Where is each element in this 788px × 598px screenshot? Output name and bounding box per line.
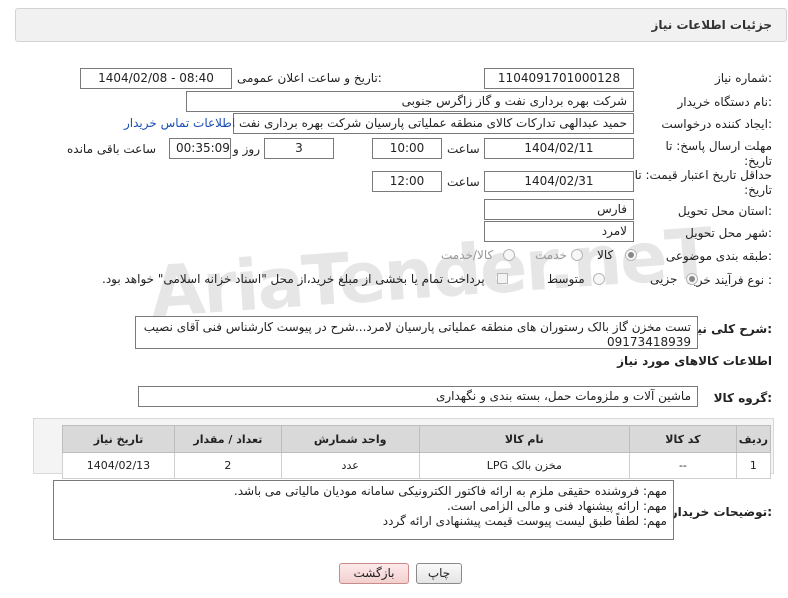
creator-field: حمید عبدالهی تدارکات کالای منطقه عملیاتی…: [233, 113, 634, 134]
buyer-note-line: مهم: فروشنده حقیقی ملزم به ارائه فاکتور …: [233, 484, 667, 498]
days-label: روز و: [233, 142, 260, 156]
deadline-label: مهلت ارسال پاسخ: تا تاریخ:: [665, 139, 772, 168]
col-name: نام کالا: [418, 425, 631, 453]
treasury-payment-checkbox[interactable]: [497, 273, 508, 284]
category-service-label: خدمت: [535, 248, 567, 262]
buyer-notes-textarea: مهم: فروشنده حقیقی ملزم به ارائه فاکتور …: [53, 480, 674, 540]
cell-row: 1: [735, 452, 772, 479]
category-both-radio[interactable]: [503, 249, 515, 261]
validity-label: حداقل تاریخ اعتبار قیمت: تا تاریخ:: [634, 168, 772, 197]
cell-date: 1404/02/13: [62, 452, 175, 479]
table-row: 1 -- مخزن بالک LPG عدد 2 1404/02/13: [62, 452, 772, 479]
province-label: استان محل تحویل:: [677, 204, 772, 218]
treasury-payment-note: پرداخت تمام یا بخشی از مبلغ خرید،از محل …: [102, 272, 485, 286]
col-unit: واحد شمارش: [280, 425, 420, 453]
purchase-type-label: نوع فرآیند خرید :: [687, 273, 772, 287]
table-header-row: ردیف کد کالا نام کالا واحد شمارش تعداد /…: [62, 425, 772, 453]
city-label: شهر محل تحویل:: [685, 226, 772, 240]
announce-label: تاریخ و ساعت اعلان عمومی:: [237, 71, 382, 85]
col-code: کد کالا: [629, 425, 737, 453]
purchase-minor-label: جزیی: [650, 272, 678, 286]
goods-group-field: ماشین آلات و ملزومات حمل، بسته بندی و نگ…: [138, 386, 698, 407]
validity-time-field: 12:00: [372, 171, 442, 192]
col-qty: تعداد / مقدار: [173, 425, 282, 453]
buyer-notes-label: توضیحات خریدار:: [670, 505, 772, 519]
deadline-time-field: 10:00: [372, 138, 442, 159]
category-goods-radio[interactable]: [625, 249, 637, 261]
purchase-medium-radio[interactable]: [593, 273, 605, 285]
category-both-label: کالا/خدمت: [441, 248, 494, 262]
summary-label: شرح کلی نیاز:: [686, 322, 772, 336]
cell-name: مخزن بالک LPG: [418, 452, 631, 479]
category-label: طبقه بندی موضوعی:: [665, 249, 772, 263]
cell-unit: عدد: [280, 452, 420, 479]
buyer-org-label: نام دستگاه خریدار:: [677, 95, 773, 109]
province-field: فارس: [484, 199, 634, 220]
back-button[interactable]: بازگشت: [339, 563, 409, 584]
deadline-time-label: ساعت: [447, 142, 480, 156]
category-service-radio[interactable]: [571, 249, 583, 261]
goods-info-title: اطلاعات کالاهای مورد نیاز: [617, 354, 772, 368]
need-number-label: شماره نیاز:: [714, 71, 772, 85]
purchase-minor-radio[interactable]: [686, 273, 698, 285]
purchase-medium-label: متوسط: [547, 272, 585, 286]
deadline-date-field: 1404/02/11: [484, 138, 634, 159]
summary-textarea: تست مخزن گاز بالک رستوران های منطقه عملی…: [135, 316, 698, 349]
city-field: لامرد: [484, 221, 634, 242]
col-date: تاریخ نیاز: [62, 425, 175, 453]
validity-date-field: 1404/02/31: [484, 171, 634, 192]
goods-group-label: گروه کالا:: [713, 391, 772, 405]
validity-time-label: ساعت: [447, 175, 480, 189]
page-header: جزئیات اطلاعات نیاز: [15, 8, 787, 42]
buyer-org-field: شرکت بهره برداری نفت و گاز زاگرس جنوبی: [186, 91, 634, 112]
announce-field: 1404/02/08 - 08:40: [80, 68, 232, 89]
remaining-label: ساعت باقی مانده: [67, 142, 157, 156]
items-table: ردیف کد کالا نام کالا واحد شمارش تعداد /…: [62, 425, 772, 479]
need-number-field: 1104091701000128: [484, 68, 634, 89]
items-table-container: ردیف کد کالا نام کالا واحد شمارش تعداد /…: [33, 418, 774, 479]
category-goods-label: کالا: [597, 248, 614, 262]
buyer-note-line: مهم: ارائه پیشنهاد فنی و مالی الزامی است…: [446, 499, 667, 513]
page-title: جزئیات اطلاعات نیاز: [651, 18, 772, 32]
days-field: 3: [264, 138, 334, 159]
col-row: ردیف: [735, 425, 772, 453]
print-button[interactable]: چاپ: [416, 563, 462, 584]
buyer-contact-link[interactable]: اطلاعات تماس خریدار: [124, 116, 235, 130]
cell-qty: 2: [173, 452, 282, 479]
cell-code: --: [629, 452, 737, 479]
remaining-time-field: 00:35:09: [169, 138, 231, 159]
buyer-note-line: مهم: لطفاً طبق لیست پیوست قیمت پیشنهادی …: [382, 514, 667, 528]
creator-label: ایجاد کننده درخواست:: [661, 117, 772, 131]
